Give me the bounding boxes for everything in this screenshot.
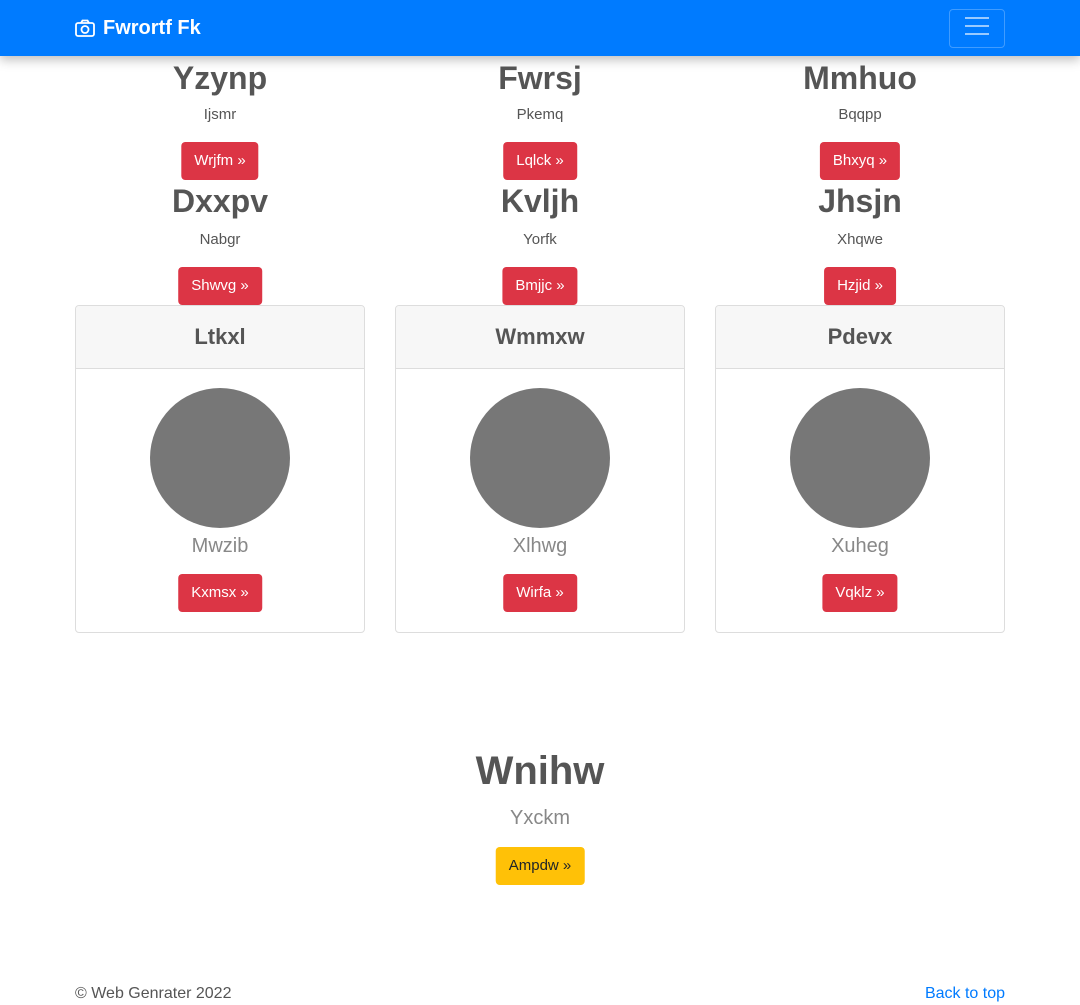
feature-item: Mmhuo Bqqpp Bhxyq »: [715, 58, 1005, 183]
navbar-toggler-button[interactable]: [949, 9, 1005, 48]
card-button[interactable]: Wirfa »: [503, 574, 577, 612]
feature-title: Mmhuo: [803, 60, 917, 96]
feature-item: Kvljh Yorfk Bmjjc »: [395, 183, 685, 305]
feature-item: Yzynp Ijsmr Wrjfm »: [75, 58, 365, 183]
feature-subtitle: Yorfk: [523, 231, 557, 248]
feature-title: Fwrsj: [498, 60, 582, 96]
card-text: Xuheg: [831, 535, 889, 557]
navbar: Fwrortf Fk: [0, 0, 1080, 56]
footer-copyright: © Web Genrater 2022: [75, 985, 232, 1002]
hero-subtitle: Yxckm: [510, 807, 570, 829]
brand-link[interactable]: Fwrortf Fk: [75, 0, 201, 56]
feature-button[interactable]: Bhxyq »: [819, 142, 901, 180]
feature-button[interactable]: Shwvg »: [178, 267, 262, 305]
feature-button[interactable]: Wrjfm »: [181, 142, 259, 180]
card-text: Mwzib: [191, 535, 249, 557]
brand-name: Fwrortf Fk: [103, 16, 201, 39]
feature-button[interactable]: Bmjjc »: [502, 267, 578, 305]
card-header: Ltkxl: [76, 306, 364, 369]
hamburger-menu-icon: [963, 15, 991, 42]
feature-item: Jhsjn Xhqwe Hzjid »: [715, 183, 1005, 305]
feature-title: Kvljh: [500, 183, 580, 219]
profile-card: Pdevx Xuheg Vqklz »: [715, 305, 1005, 633]
back-to-top-link[interactable]: Back to top: [925, 984, 1005, 1004]
feature-subtitle: Xhqwe: [837, 231, 883, 248]
card-button[interactable]: Kxmsx »: [178, 574, 262, 612]
feature-button[interactable]: Hzjid »: [824, 267, 896, 305]
avatar: [150, 388, 290, 528]
card-button[interactable]: Vqklz »: [822, 574, 898, 612]
avatar: [790, 388, 930, 528]
hero-title: Wnihw: [475, 749, 605, 793]
feature-subtitle: Ijsmr: [203, 106, 237, 123]
feature-item: Fwrsj Pkemq Lqlck »: [395, 58, 685, 183]
profile-card: Wmmxw Xlhwg Wirfa »: [395, 305, 685, 633]
feature-button[interactable]: Lqlck »: [503, 142, 577, 180]
feature-item: Dxxpv Nabgr Shwvg »: [75, 183, 365, 305]
camera-icon: [75, 19, 95, 37]
feature-title: Dxxpv: [171, 183, 269, 219]
feature-subtitle: Bqqpp: [838, 106, 882, 123]
feature-subtitle: Pkemq: [516, 106, 564, 123]
feature-title: Jhsjn: [818, 183, 902, 219]
profile-card: Ltkxl Mwzib Kxmsx »: [75, 305, 365, 633]
feature-title: Yzynp: [172, 60, 268, 96]
hero-button[interactable]: Ampdw »: [495, 847, 585, 885]
avatar: [470, 388, 610, 528]
card-text: Xlhwg: [512, 535, 568, 557]
card-header: Wmmxw: [396, 306, 684, 369]
card-header: Pdevx: [716, 306, 1004, 369]
feature-subtitle: Nabgr: [199, 231, 241, 248]
